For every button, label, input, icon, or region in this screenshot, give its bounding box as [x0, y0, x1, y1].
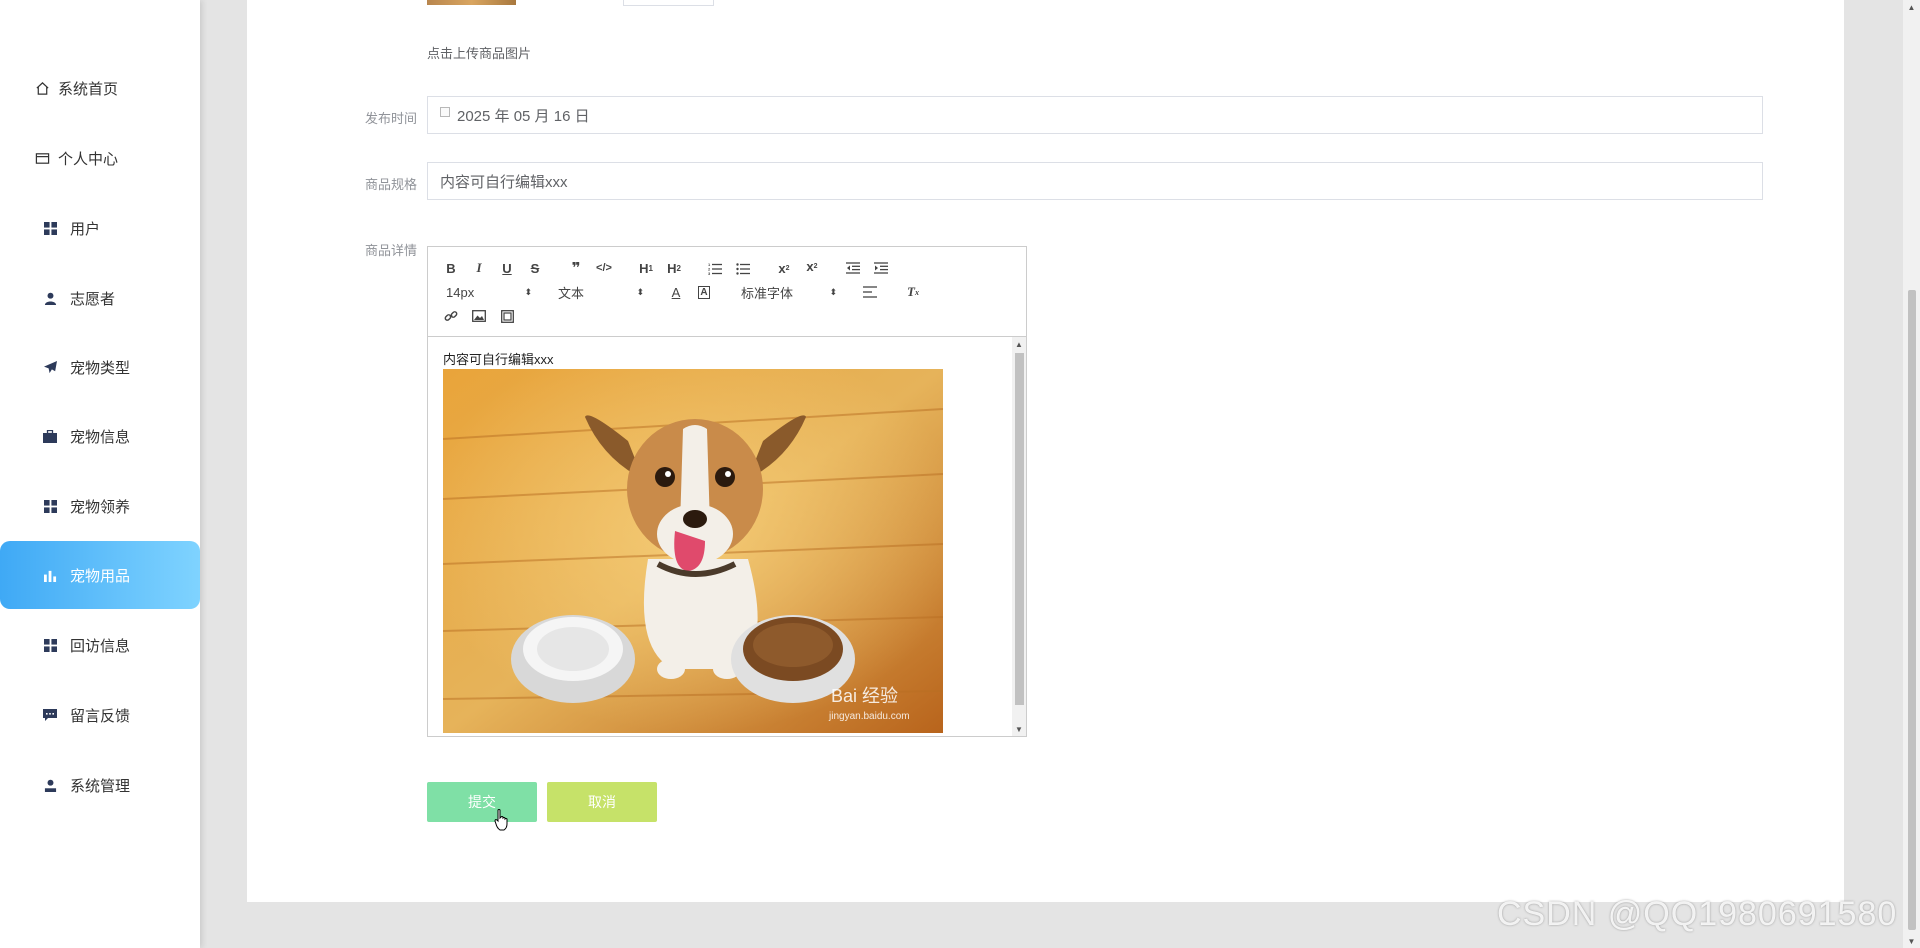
sidebar-item-label: 回访信息 — [70, 637, 131, 655]
select-caret-icon: ⬍ — [829, 286, 837, 297]
text-type-select[interactable]: 文本 ⬍ — [558, 283, 644, 301]
briefcase-icon — [42, 428, 58, 444]
text-type-value: 文本 — [558, 285, 585, 301]
sidebar-item-pet-types[interactable]: 宠物类型 — [0, 333, 200, 401]
link-icon[interactable] — [440, 307, 462, 325]
sidebar-item-label: 宠物领养 — [70, 498, 131, 516]
date-checkbox[interactable] — [440, 107, 450, 117]
page-scrollbar[interactable]: ▲ ▼ — [1903, 0, 1920, 948]
grid-icon — [42, 498, 58, 514]
select-caret-icon: ⬍ — [524, 286, 532, 297]
publish-time-label: 发布时间 — [364, 111, 417, 126]
image-icon[interactable] — [468, 307, 490, 325]
detail-label: 商品详情 — [364, 243, 417, 258]
code-block-icon[interactable]: </> — [593, 259, 615, 277]
bar-chart-icon — [42, 567, 58, 583]
sidebar-item-pet-supplies[interactable]: 宠物用品 — [0, 541, 200, 609]
underline-button[interactable]: U — [496, 259, 518, 277]
font-family-value: 标准字体 — [741, 285, 794, 301]
submit-button[interactable]: 提交 — [427, 782, 537, 822]
editor-scroll-thumb[interactable] — [1015, 353, 1024, 705]
product-image-thumbnail[interactable] — [427, 0, 516, 5]
paper-plane-icon — [42, 359, 58, 375]
editor-text[interactable]: 内容可自行编辑xxx — [443, 349, 554, 368]
baidu-watermark: Bai 经验 — [831, 686, 898, 706]
bullet-list-icon[interactable] — [732, 259, 754, 277]
sidebar-item-label: 志愿者 — [70, 290, 116, 308]
hand-cursor-icon — [494, 809, 508, 831]
font-family-select[interactable]: 标准字体 ⬍ — [741, 283, 837, 301]
page-scroll-down-icon[interactable]: ▼ — [1903, 934, 1920, 948]
sidebar: 系统首页 个人中心 用户 志愿者 宠物类型 宠物信息 宠物领养 宠物用品 回访信… — [0, 0, 200, 948]
ordered-list-icon[interactable]: 123 — [704, 259, 726, 277]
cancel-button[interactable]: 取消 — [547, 782, 657, 822]
font-color-icon[interactable]: A — [665, 283, 687, 301]
clear-format-icon[interactable]: Tx — [902, 283, 924, 301]
grid-icon — [42, 220, 58, 236]
align-icon[interactable] — [859, 283, 881, 301]
sidebar-item-home[interactable]: 系统首页 — [0, 54, 200, 122]
user-admin-icon — [42, 777, 58, 793]
grid-icon — [42, 637, 58, 653]
sidebar-item-label: 个人中心 — [58, 150, 119, 168]
upload-box[interactable] — [623, 0, 714, 6]
baidu-watermark-url: jingyan.baidu.com — [828, 711, 910, 722]
editor-scrollbar[interactable]: ▲ ▼ — [1012, 337, 1026, 736]
header1-button[interactable]: H1 — [635, 259, 657, 277]
publish-time-field[interactable]: 2025 年 05 月 16 日 — [427, 96, 1763, 134]
rich-text-editor[interactable]: B I U S ❞ </> H1 H2 123 x2 x2 14px ⬍ 文本 … — [427, 246, 1027, 737]
upload-hint[interactable]: 点击上传商品图片 — [427, 43, 531, 62]
dog-with-bowls-image: Bai 经验 jingyan.baidu.com — [443, 369, 943, 733]
sidebar-item-label: 系统管理 — [70, 777, 131, 795]
subscript-button[interactable]: x2 — [773, 259, 795, 277]
sidebar-item-label: 系统首页 — [58, 80, 119, 98]
sidebar-item-pet-adoption[interactable]: 宠物领养 — [0, 472, 200, 540]
spec-label: 商品规格 — [364, 177, 417, 192]
sidebar-item-pet-info[interactable]: 宠物信息 — [0, 402, 200, 470]
sidebar-item-label: 留言反馈 — [70, 707, 131, 725]
italic-button[interactable]: I — [468, 259, 490, 277]
scroll-up-icon[interactable]: ▲ — [1012, 337, 1026, 351]
select-caret-icon: ⬍ — [636, 286, 644, 297]
font-size-value: 14px — [446, 284, 475, 300]
spec-input[interactable]: 内容可自行编辑xxx — [427, 162, 1763, 200]
editor-content[interactable]: 内容可自行编辑xxx Bai 经验 jingyan.baidu.com — [428, 337, 1010, 736]
sidebar-item-label: 宠物信息 — [70, 428, 131, 446]
card-icon — [34, 150, 50, 166]
superscript-button[interactable]: x2 — [801, 257, 823, 275]
sidebar-item-system-admin[interactable]: 系统管理 — [0, 751, 200, 819]
person-icon — [42, 290, 58, 306]
strike-button[interactable]: S — [524, 259, 546, 277]
video-icon[interactable] — [496, 307, 518, 325]
sidebar-item-feedback[interactable]: 留言反馈 — [0, 681, 200, 749]
sidebar-item-label: 宠物类型 — [70, 359, 131, 377]
sidebar-item-return-visits[interactable]: 回访信息 — [0, 611, 200, 679]
page-scroll-thumb[interactable] — [1908, 290, 1916, 930]
font-size-select[interactable]: 14px ⬍ — [446, 283, 532, 301]
publish-time-value: 2025 年 05 月 16 日 — [457, 107, 590, 125]
sidebar-item-users[interactable]: 用户 — [0, 194, 200, 262]
page-scroll-up-icon[interactable]: ▲ — [1903, 0, 1920, 14]
sidebar-item-label: 宠物用品 — [70, 567, 131, 585]
outdent-icon[interactable] — [842, 259, 864, 277]
csdn-watermark: CSDN @QQ1980691580 — [1497, 895, 1898, 933]
sidebar-item-volunteers[interactable]: 志愿者 — [0, 264, 200, 332]
sidebar-item-personal-center[interactable]: 个人中心 — [0, 124, 200, 192]
header2-button[interactable]: H2 — [663, 259, 685, 277]
chat-icon — [42, 707, 58, 723]
background-color-icon[interactable]: A — [693, 283, 715, 301]
indent-icon[interactable] — [870, 259, 892, 277]
blockquote-icon[interactable]: ❞ — [565, 259, 587, 277]
bold-button[interactable]: B — [440, 259, 462, 277]
svg-text:3: 3 — [708, 271, 711, 275]
scroll-down-icon[interactable]: ▼ — [1012, 722, 1026, 736]
sidebar-item-label: 用户 — [70, 220, 101, 238]
spec-value: 内容可自行编辑xxx — [440, 173, 568, 191]
editor-toolbar: B I U S ❞ </> H1 H2 123 x2 x2 14px ⬍ 文本 … — [428, 247, 1026, 337]
home-icon — [34, 80, 50, 96]
